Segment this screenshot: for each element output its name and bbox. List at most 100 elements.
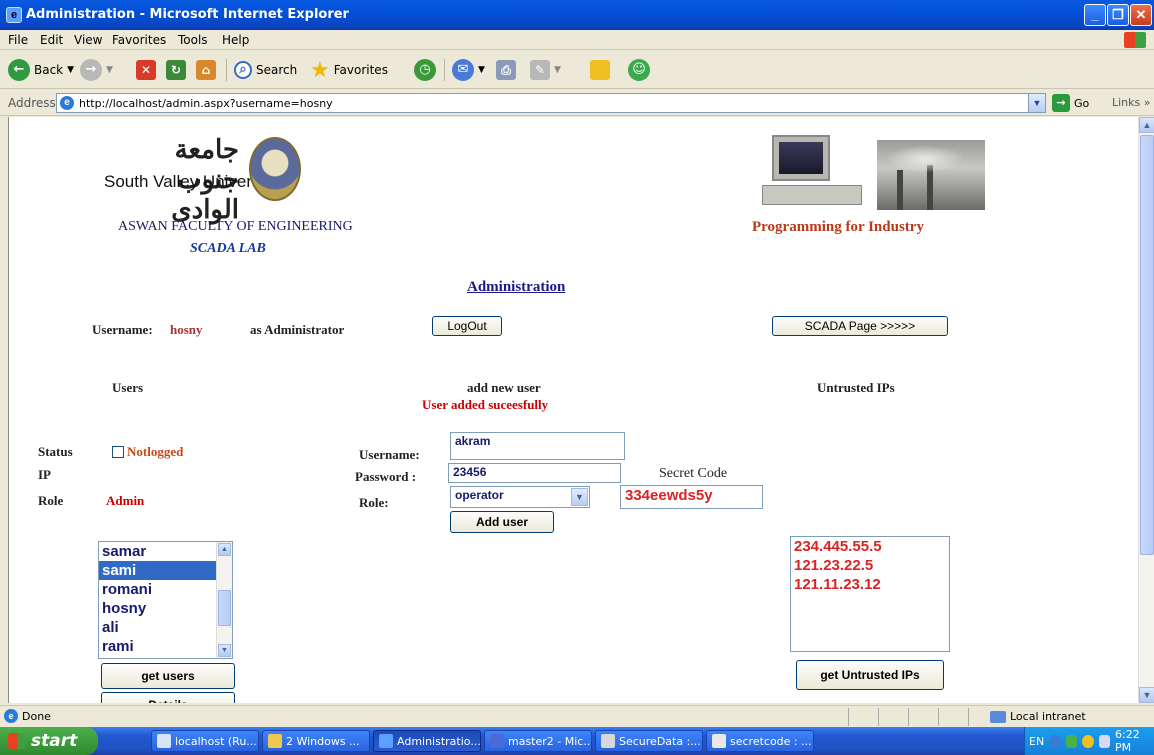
users-listbox[interactable]: samar sami romani hosny ali rami ▲ ▼ — [98, 541, 233, 659]
menu-view[interactable]: View — [74, 33, 102, 47]
user-list-item[interactable]: ali — [99, 618, 216, 637]
note-icon — [590, 60, 610, 80]
table-icon — [712, 734, 726, 748]
database-icon — [601, 734, 615, 748]
scroll-down-icon[interactable]: ▼ — [218, 644, 231, 657]
start-button[interactable]: start — [0, 727, 98, 755]
user-list-item[interactable]: samar — [99, 542, 216, 561]
forward-arrow-icon: → — [80, 59, 102, 81]
menu-edit[interactable]: Edit — [40, 33, 63, 47]
status-checkbox[interactable] — [112, 446, 124, 458]
form-username-label: Username: — [359, 447, 420, 462]
go-button[interactable]: → Go — [1052, 94, 1089, 112]
scroll-thumb[interactable] — [1140, 135, 1154, 555]
language-indicator[interactable]: EN — [1029, 735, 1044, 748]
address-dropdown-icon[interactable]: ▼ — [1028, 94, 1045, 112]
logout-button[interactable]: LogOut — [432, 316, 502, 336]
password-input[interactable]: 23456 — [448, 463, 621, 483]
minimize-button[interactable]: _ — [1084, 4, 1106, 26]
get-users-button[interactable]: get users — [101, 663, 235, 689]
address-input[interactable]: e http://localhost/admin.aspx?username=h… — [56, 93, 1046, 113]
status-value: Notlogged — [127, 444, 184, 459]
windows-logo-icon — [8, 733, 26, 749]
menu-tools[interactable]: Tools — [178, 33, 208, 47]
back-arrow-icon: ← — [8, 59, 30, 81]
user-list-item[interactable]: sami — [99, 561, 216, 580]
page-scrollbar[interactable]: ▲ ▼ — [1138, 117, 1154, 703]
status-bar: e Done Local intranet — [0, 705, 1154, 727]
security-zone: Local intranet — [990, 710, 1086, 723]
messenger-button[interactable]: ☺ — [628, 56, 650, 84]
home-button[interactable]: ⌂ — [196, 56, 216, 84]
task-localhost[interactable]: localhost (Ru... — [151, 730, 259, 752]
menu-file[interactable]: File — [8, 33, 28, 47]
history-button[interactable]: ◷ — [414, 56, 436, 84]
untrusted-ips-listbox[interactable]: 234.445.55.5 121.23.22.5 121.11.23.12 — [790, 536, 950, 652]
untrusted-ip-item[interactable]: 234.445.55.5 — [791, 537, 949, 556]
user-list-item[interactable]: hosny — [99, 599, 216, 618]
go-label: Go — [1074, 96, 1090, 110]
ips-list: 234.445.55.5 121.23.22.5 121.11.23.12 — [791, 537, 949, 594]
details-button[interactable]: Details — [101, 692, 235, 703]
status-label: Status — [38, 444, 73, 459]
mail-button[interactable]: ✉ ▼ — [452, 56, 485, 84]
scroll-thumb[interactable] — [218, 590, 231, 626]
print-button[interactable]: ⎙ — [496, 56, 516, 84]
forward-button[interactable]: → ▼ — [80, 56, 113, 84]
display-icon[interactable] — [1098, 734, 1110, 748]
scroll-up-icon[interactable]: ▲ — [1139, 117, 1154, 133]
role-select[interactable]: operator ▼ — [450, 486, 590, 508]
scada-page-button[interactable]: SCADA Page >>>>> — [772, 316, 948, 336]
task-securedata[interactable]: SecureData :... — [595, 730, 703, 752]
status-divider — [848, 708, 849, 726]
factory-image — [877, 140, 985, 210]
task-administration[interactable]: Administratio... — [373, 730, 481, 752]
search-icon: ⌕ — [234, 61, 252, 79]
menu-help[interactable]: Help — [222, 33, 249, 47]
links-button[interactable]: Links » — [1112, 96, 1151, 109]
scroll-up-icon[interactable]: ▲ — [218, 543, 231, 556]
ip-label: IP — [38, 467, 51, 482]
close-button[interactable]: ✕ — [1130, 4, 1152, 26]
chimney-shape — [897, 170, 903, 210]
task-windows-group[interactable]: 2 Windows ... — [262, 730, 370, 752]
favorites-button[interactable]: ★ Favorites — [310, 56, 388, 84]
back-button[interactable]: ← Back ▼ — [8, 56, 74, 84]
role-label: Role — [38, 493, 64, 508]
task-secretcode[interactable]: secretcode : ... — [706, 730, 814, 752]
add-user-button[interactable]: Add user — [450, 511, 554, 533]
user-list-item[interactable]: rami — [99, 637, 216, 656]
users-list-scrollbar[interactable]: ▲ ▼ — [216, 542, 232, 658]
users-heading: Users — [112, 380, 144, 395]
menu-favorites[interactable]: Favorites — [112, 33, 166, 47]
messenger-icon[interactable] — [1082, 734, 1094, 748]
edit-button[interactable]: ✎ ▼ — [530, 56, 561, 84]
intranet-icon — [990, 710, 1006, 723]
get-untrusted-ips-button[interactable]: get Untrusted IPs — [796, 660, 944, 690]
task-master2[interactable]: master2 - Mic... — [484, 730, 592, 752]
computer-image — [762, 135, 869, 211]
status-divider — [878, 708, 879, 726]
search-button[interactable]: ⌕ Search — [234, 56, 297, 84]
discuss-button[interactable] — [590, 56, 610, 84]
stop-button[interactable]: ✕ — [136, 56, 156, 84]
scroll-down-icon[interactable]: ▼ — [1139, 687, 1154, 703]
toolbar-separator — [444, 59, 445, 81]
tray-arrow-icon[interactable] — [1049, 734, 1061, 748]
maximize-button[interactable]: ❐ — [1107, 4, 1129, 26]
favorites-label: Favorites — [333, 63, 388, 77]
untrusted-ip-item[interactable]: 121.23.22.5 — [791, 556, 949, 575]
refresh-button[interactable]: ↻ — [166, 56, 186, 84]
faculty-name: ASWAN FACULTY OF ENGINEERING — [118, 219, 353, 234]
form-password-label: Password : — [355, 469, 417, 484]
chevron-down-icon[interactable]: ▼ — [571, 488, 588, 506]
untrusted-ip-item[interactable]: 121.11.23.12 — [791, 575, 949, 594]
mail-icon: ✉ — [452, 59, 474, 81]
network-icon[interactable] — [1065, 734, 1078, 748]
username-input[interactable]: akram — [450, 432, 625, 460]
university-seal-logo — [249, 137, 301, 201]
user-list-item[interactable]: romani — [99, 580, 216, 599]
chevron-down-icon: ▼ — [554, 65, 561, 75]
address-url: http://localhost/admin.aspx?username=hos… — [79, 97, 333, 110]
secret-code-input[interactable]: 334eewds5y — [620, 485, 763, 509]
